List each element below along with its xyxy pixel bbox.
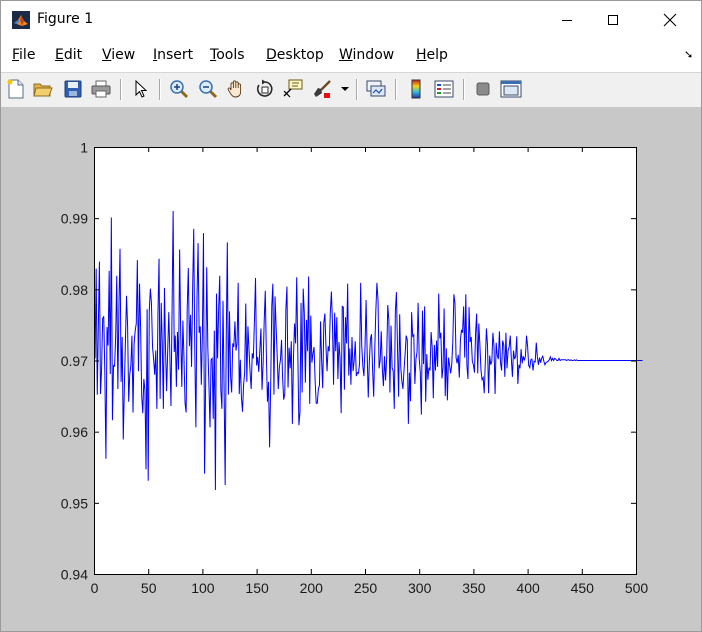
menu-bar: File Edit View Insert Tools Desktop Wind… (1, 39, 701, 72)
plot-canvas: 0 50 100 150 200 250 300 350 400 450 500 0.94 0.95 0.… (61, 140, 649, 597)
minimize-button[interactable] (544, 1, 590, 39)
menu-view[interactable]: View (102, 47, 135, 63)
zoom-out-icon[interactable] (197, 78, 219, 100)
link-plot-icon[interactable] (365, 78, 387, 100)
y-tick-label: 1 (80, 140, 88, 156)
y-tick-label: 0.99 (61, 211, 88, 227)
data-cursor-icon[interactable] (282, 78, 304, 100)
figure-window: Figure 1 File Edit View Insert Tools Des… (0, 0, 702, 632)
x-tick-label: 250 (354, 580, 378, 596)
dock-figure-button[interactable]: ➘ (684, 48, 693, 61)
y-tick-label: 0.94 (61, 567, 88, 583)
y-tick-label: 0.97 (61, 353, 88, 369)
menu-insert[interactable]: Insert (153, 47, 193, 63)
toolbar-separator (463, 79, 465, 100)
pan-hand-icon[interactable] (225, 78, 247, 100)
print-icon[interactable] (90, 78, 112, 100)
menu-help[interactable]: Help (416, 47, 448, 63)
figure-canvas: 0 50 100 150 200 250 300 350 400 450 500 0.94 0.95 0.… (1, 107, 701, 631)
menu-window[interactable]: Window (339, 47, 394, 63)
x-tick-label: 150 (245, 580, 269, 596)
rotate-3d-icon[interactable] (254, 78, 276, 100)
close-icon (663, 13, 677, 27)
hide-plot-tools-icon[interactable] (472, 78, 494, 100)
y-tick-label: 0.95 (61, 495, 88, 511)
x-tick-label: 500 (625, 580, 649, 596)
menu-tools[interactable]: Tools (210, 47, 245, 63)
minimize-icon (562, 20, 572, 21)
x-tick-label: 300 (408, 580, 432, 596)
maximize-button[interactable] (590, 1, 636, 39)
x-tick-label: 50 (141, 580, 157, 596)
new-figure-icon[interactable] (5, 78, 27, 100)
matlab-logo-icon (12, 11, 30, 29)
brush-icon[interactable] (312, 78, 334, 100)
menu-file[interactable]: File (12, 47, 35, 63)
toolbar-separator (120, 79, 122, 100)
legend-icon[interactable] (433, 78, 455, 100)
figure-toolbar (1, 72, 701, 108)
save-icon[interactable] (62, 78, 84, 100)
colorbar-icon[interactable] (405, 78, 427, 100)
menu-desktop[interactable]: Desktop (266, 47, 324, 63)
toolbar-separator (159, 79, 161, 100)
x-tick-label: 350 (462, 580, 486, 596)
x-tick-label: 450 (571, 580, 595, 596)
show-plot-tools-icon[interactable] (500, 78, 522, 100)
toolbar-separator (395, 79, 397, 100)
brush-dropdown-icon[interactable] (338, 78, 352, 100)
y-tick-label: 0.96 (61, 424, 88, 440)
open-file-icon[interactable] (32, 78, 54, 100)
toolbar-separator (356, 79, 358, 100)
zoom-in-icon[interactable] (168, 78, 190, 100)
x-tick-label: 200 (300, 580, 324, 596)
x-tick-label: 400 (516, 580, 540, 596)
x-tick-label: 100 (191, 580, 215, 596)
y-tick-label: 0.98 (61, 282, 88, 298)
close-button[interactable] (647, 1, 693, 39)
edit-plot-arrow-icon[interactable] (130, 78, 152, 100)
x-tick-label: 0 (91, 580, 99, 596)
title-bar[interactable]: Figure 1 (1, 1, 701, 39)
maximize-icon (608, 15, 618, 25)
window-title: Figure 1 (37, 11, 94, 27)
menu-edit[interactable]: Edit (55, 47, 82, 63)
